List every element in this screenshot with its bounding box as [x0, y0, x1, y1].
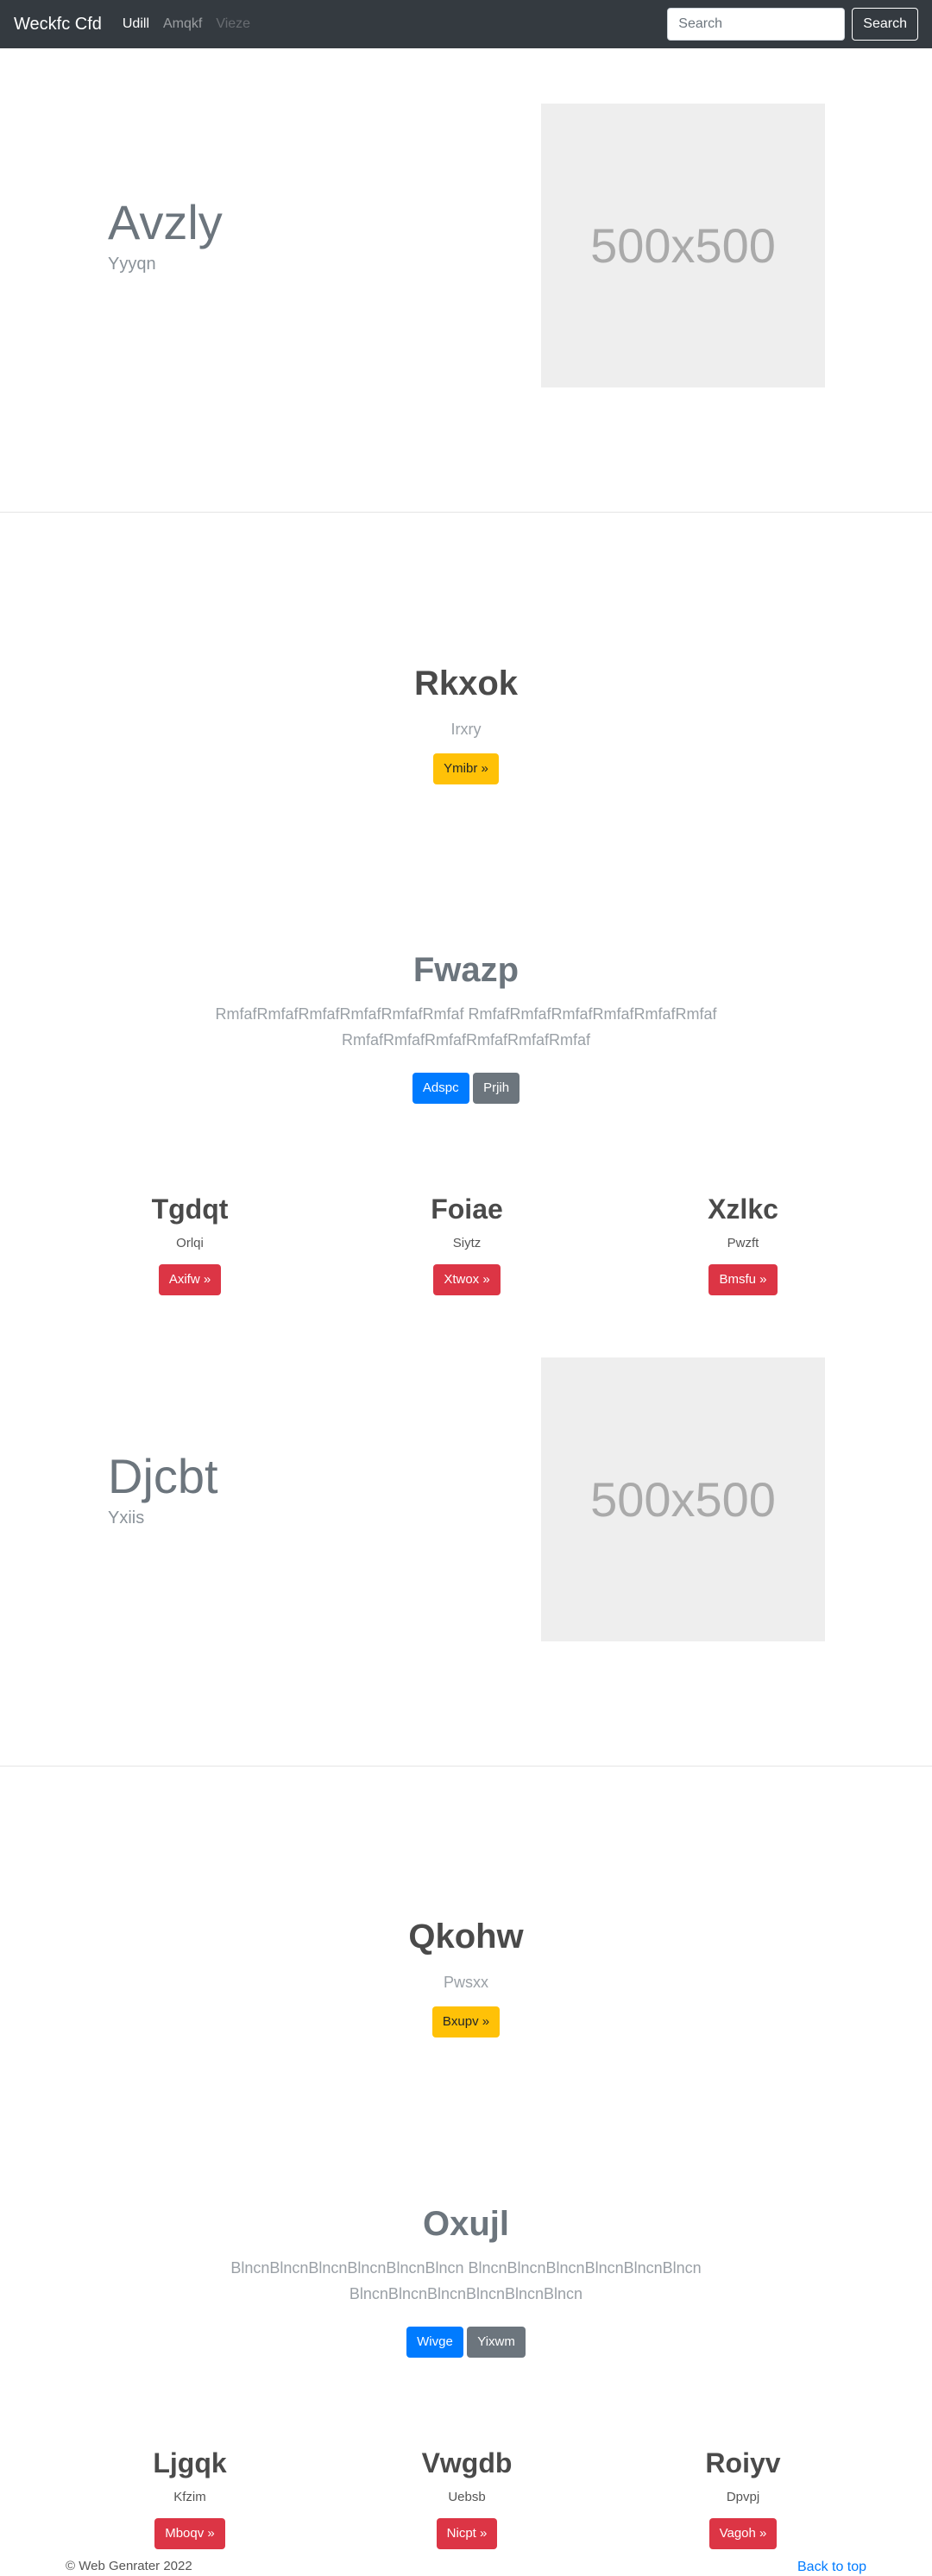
nav-link-vieze: Vieze [216, 16, 251, 31]
column-title: Roiyv [705, 2447, 781, 2478]
navbar-brand[interactable]: Weckfc Cfd [14, 15, 102, 35]
column-subtitle: Uebsb [448, 2490, 486, 2504]
column-title: Xzlkc [708, 1194, 778, 1225]
featurette-heading: Avzly [108, 195, 223, 249]
column-button[interactable]: Vagoh » [708, 2518, 778, 2549]
column-title: Tgdqt [151, 1194, 229, 1225]
column-subtitle: Siytz [452, 1236, 482, 1250]
hero-subheading: Pwsxx [443, 1974, 488, 1991]
image-placeholder-label: 500x500 [590, 218, 776, 273]
back-to-top-link[interactable]: Back to top [797, 2560, 866, 2575]
column-subtitle: Orlqi [176, 1236, 204, 1250]
featurette-image: 500x500 [541, 1357, 825, 1641]
columns-row: Tgdqt Orlqi Axifw » Foiae Siytz Xtwox » … [0, 1194, 932, 1295]
featurette-heading: Djcbt [108, 1449, 218, 1503]
column-subtitle: Dpvpj [726, 2490, 760, 2504]
columns-row: Ljgqk Kfzim Mboqv » Vwgdb Uebsb Nicpt » … [0, 2447, 932, 2549]
featurette-subheading: Yyyqn [108, 255, 156, 274]
jumbotron-heading: Fwazp [412, 951, 520, 989]
jumbotron-heading: Oxujl [422, 2205, 510, 2243]
jumbotron-lead: BlncnBlncnBlncnBlncnBlncnBlncn BlncnBlnc… [230, 2259, 702, 2302]
hero-subheading: Irxry [450, 721, 482, 738]
nav-link-udill[interactable]: Udill [123, 16, 149, 32]
image-placeholder-label: 500x500 [590, 1472, 776, 1527]
jumbotron: Fwazp [0, 951, 932, 990]
nav-link-amqkf[interactable]: Amqkf [163, 16, 202, 32]
jumbotron-secondary-button[interactable]: Yixwm [467, 2327, 526, 2358]
hero-section: Qkohw [0, 1918, 932, 1956]
column: Roiyv Dpvpj Vagoh » [648, 2447, 838, 2549]
jumbotron-primary-button[interactable]: Adspc [412, 1073, 469, 1104]
search-form: Search [667, 8, 918, 41]
search-button[interactable]: Search [852, 8, 918, 41]
jumbotron-secondary-button[interactable]: Prjih [473, 1073, 520, 1104]
footer-copyright: © Web Genrater 2022 [66, 2559, 192, 2573]
column: Vwgdb Uebsb Nicpt » [372, 2447, 562, 2549]
column: Foiae Siytz Xtwox » [372, 1194, 562, 1295]
featurette-subheading: Yxiis [108, 1508, 145, 1527]
column-title: Ljgqk [153, 2447, 227, 2478]
navbar: Weckfc Cfd Udill Amqkf Vieze Search [0, 0, 932, 48]
column-title: Foiae [431, 1194, 503, 1225]
column-subtitle: Kfzim [173, 2490, 206, 2504]
column-title: Vwgdb [421, 2447, 513, 2478]
search-input[interactable] [667, 8, 846, 41]
jumbotron-primary-button[interactable]: Wivge [406, 2327, 463, 2358]
column-subtitle: Pwzft [727, 1236, 759, 1250]
column-button[interactable]: Bmsfu » [708, 1264, 778, 1295]
jumbotron: Oxujl [0, 2205, 932, 2244]
column: Ljgqk Kfzim Mboqv » [95, 2447, 285, 2549]
column: Tgdqt Orlqi Axifw » [95, 1194, 285, 1295]
hero-button[interactable]: Ymibr » [433, 753, 499, 784]
column-button[interactable]: Mboqv » [154, 2518, 225, 2549]
featurette-divider [0, 1766, 932, 1767]
column: Xzlkc Pwzft Bmsfu » [648, 1194, 838, 1295]
featurette-divider [0, 512, 932, 513]
jumbotron-lead: RmfafRmfafRmfafRmfafRmfafRmfaf RmfafRmfa… [215, 1005, 717, 1049]
column-button[interactable]: Xtwox » [433, 1264, 501, 1295]
column-button[interactable]: Axifw » [158, 1264, 222, 1295]
featurette-image: 500x500 [541, 104, 825, 387]
hero-heading: Qkohw [408, 1918, 524, 1956]
hero-heading: Rkxok [413, 664, 519, 702]
hero-button[interactable]: Bxupv » [431, 2006, 501, 2037]
column-button[interactable]: Nicpt » [436, 2518, 498, 2549]
hero-section: Rkxok [0, 664, 932, 703]
